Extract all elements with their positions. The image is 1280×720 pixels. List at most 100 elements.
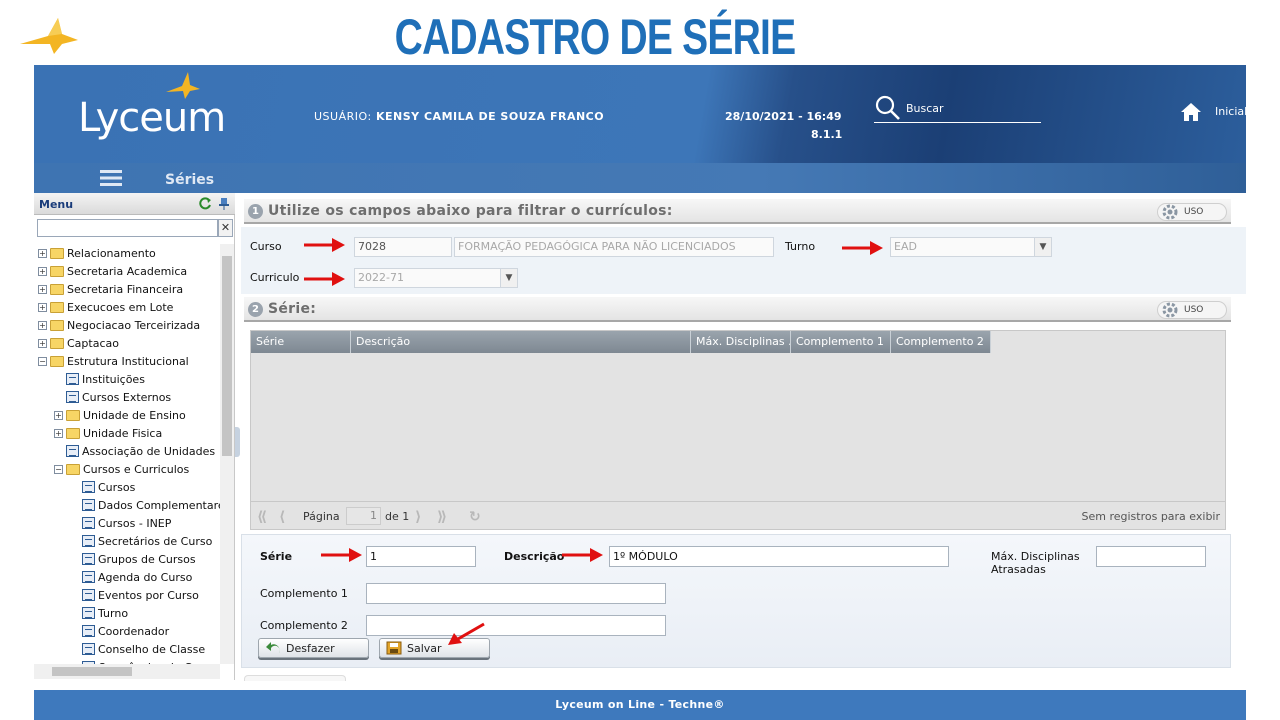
hamburger-menu-icon[interactable] [100,170,122,186]
menu-filter-clear-button[interactable]: ✕ [218,219,233,237]
expand-icon[interactable]: + [38,338,47,348]
column-header-complemento-1[interactable]: Complemento 1 [791,331,891,353]
menu-item-label: Unidade Fisica [83,426,163,440]
search-icon[interactable] [875,95,901,121]
max-disciplinas-input[interactable] [1096,546,1206,567]
page-input[interactable]: 1 [346,507,381,525]
menu-item-label: Cursos - INEP [98,516,172,530]
menu-item[interactable]: Associação de Unidades [66,442,215,460]
turno-select[interactable]: EAD ▼ [890,237,1052,257]
menu-item[interactable]: Secretários de Curso [82,532,212,550]
menu-item[interactable]: + Secretaria Financeira [38,280,183,298]
menu-item[interactable]: Agenda do Curso [82,568,192,586]
menu-scroll-thumb[interactable] [222,256,232,456]
menu-item[interactable]: Conselho de Classe [82,640,205,658]
complemento-2-input[interactable] [366,615,666,636]
folder-icon [66,409,80,421]
menu-item-label: Cursos e Curriculos [83,462,190,476]
curriculo-select[interactable]: 2022-71 ▼ [354,268,518,288]
column-header-serie[interactable]: Série [251,331,351,353]
sub-toolbar [34,163,1246,193]
save-icon [386,641,402,655]
expand-icon[interactable]: + [38,302,47,312]
expand-icon[interactable]: + [54,428,63,438]
menu-item[interactable]: + Captacao [38,334,119,352]
sidebar-splitter[interactable] [235,427,240,457]
menu-item-label: Execucoes em Lote [67,300,174,314]
menu-item[interactable]: Cursos [82,478,135,496]
annotation-arrow-icon [321,548,362,562]
page-icon [82,643,95,655]
curso-code-field[interactable]: 7028 [354,237,452,257]
expand-icon[interactable]: + [38,284,47,294]
refresh-grid-icon[interactable]: ↻ [469,509,481,525]
menu-item[interactable]: Cursos - INEP [82,514,171,532]
menu-horizontal-scrollbar[interactable] [34,664,220,679]
last-page-icon[interactable]: ⟫ [437,509,447,525]
menu-item[interactable]: − Cursos e Curriculos [54,460,189,478]
serie-panel-title: Série: [268,301,317,317]
curso-name-field: FORMAÇÃO PEDAGÓGICA PARA NÃO LICENCIADOS [454,237,774,257]
menu-item[interactable]: Instituições [66,370,145,388]
undo-button[interactable]: Desfazer [258,638,369,658]
uso-label: USO [1184,305,1204,315]
home-icon[interactable] [1180,102,1202,122]
uso-toggle[interactable]: USO [1157,203,1227,221]
folder-icon [50,319,64,331]
menu-item[interactable]: + Negociacao Terceirizada [38,316,200,334]
first-page-icon[interactable]: ⟪ [257,509,267,525]
menu-item[interactable]: − Estrutura Institucional [38,352,189,370]
lyceum-logo: Lyceum [78,95,226,141]
max-label-line1: Máx. Disciplinas [991,550,1080,563]
column-header-descricao[interactable]: Descrição [351,331,691,353]
annotation-arrow-icon [842,241,883,255]
menu-item-label: Relacionamento [67,246,156,260]
chevron-down-icon[interactable]: ▼ [500,269,517,287]
undo-icon [266,642,280,653]
menu-item[interactable]: Turno [82,604,128,622]
bottom-tab[interactable] [244,675,346,681]
refresh-icon[interactable] [199,197,212,210]
menu-item[interactable]: Cursos Externos [66,388,171,406]
search-input[interactable]: Buscar [906,102,944,115]
column-header-complemento-2[interactable]: Complemento 2 [891,331,991,353]
collapse-icon[interactable]: − [38,356,47,366]
serie-input[interactable]: 1 [366,546,476,567]
menu-filter-input[interactable] [37,219,218,237]
complemento-1-input[interactable] [366,583,666,604]
prev-page-icon[interactable]: ⟨ [279,509,285,525]
expand-icon[interactable]: + [54,410,63,420]
menu-item[interactable]: + Execucoes em Lote [38,298,173,316]
datetime: 28/10/2021 - 16:49 [725,110,842,123]
column-header-max-disciplinas[interactable]: Máx. Disciplinas ... [691,331,791,353]
filter-panel-header: 1 Utilize os campos abaixo para filtrar … [244,199,1231,224]
menu-item[interactable]: Dados Complementares [82,496,220,514]
menu-item-label: Associação de Unidades [82,444,216,458]
max-disciplinas-label: Máx. Disciplinas Atrasadas [991,550,1080,576]
menu-item[interactable]: + Unidade de Ensino [54,406,186,424]
expand-icon[interactable]: + [38,320,47,330]
uso-toggle[interactable]: USO [1157,301,1227,319]
menu-item[interactable]: + Secretaria Academica [38,262,187,280]
page-icon [82,589,95,601]
expand-icon[interactable]: + [38,266,47,276]
menu-item[interactable]: + Relacionamento [38,244,156,262]
menu-item[interactable]: Eventos por Curso [82,586,199,604]
save-label: Salvar [407,641,442,655]
expand-icon[interactable]: + [38,248,47,258]
menu-item[interactable]: Coordenador [82,622,169,640]
collapse-icon[interactable]: − [54,464,63,474]
gear-icon [1162,204,1178,220]
menu-hscroll-thumb[interactable] [52,667,132,676]
home-link[interactable]: Inicial [1215,105,1246,118]
menu-item-label: Unidade de Ensino [83,408,186,422]
serie-form: Série 1 Descrição 1º MÓDULO Máx. Discipl… [241,534,1231,668]
chevron-down-icon[interactable]: ▼ [1034,238,1051,256]
menu-item[interactable]: + Unidade Fisica [54,424,162,442]
pin-icon[interactable] [218,197,230,210]
menu-item[interactable]: Grupos de Cursos [82,550,196,568]
next-page-icon[interactable]: ⟩ [415,509,421,525]
menu-vertical-scrollbar[interactable] [220,244,234,664]
max-label-line2: Atrasadas [991,563,1046,576]
descricao-input[interactable]: 1º MÓDULO [609,546,949,567]
